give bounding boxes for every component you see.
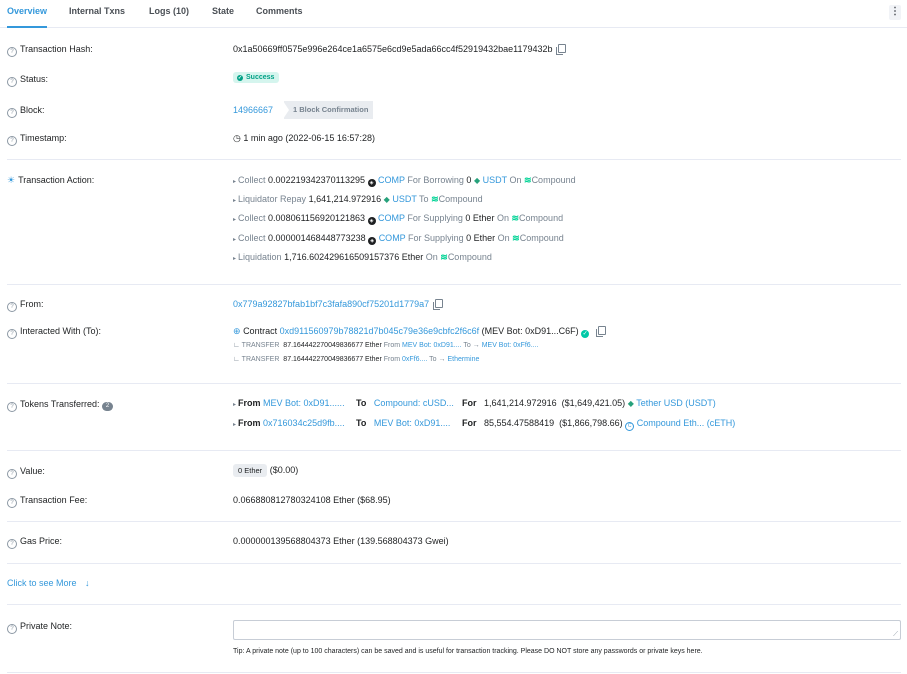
divider: [7, 284, 901, 285]
interacted-value: ⊕ Contract 0xd911560979b78821d7b045c79e3…: [233, 326, 606, 338]
value-value: 0 Ether ($0.00): [233, 464, 298, 477]
see-more-link[interactable]: Click to see More ↓: [7, 578, 90, 588]
comp-token-link[interactable]: COMP: [378, 175, 405, 185]
gas-value: 0.000000139568804373 Ether (139.56880437…: [233, 536, 449, 546]
divider: [7, 672, 901, 673]
status-label: ? Status:: [7, 74, 48, 87]
copy-icon[interactable]: [433, 299, 444, 310]
usdt-token-icon: ◆: [383, 195, 390, 204]
value-label: ? Value:: [7, 466, 45, 479]
usdt-token-icon: ◆: [473, 176, 481, 185]
help-icon: ?: [7, 329, 17, 339]
usdt-token-link[interactable]: USDT: [392, 194, 416, 204]
help-icon: ?: [7, 498, 17, 508]
divider: [7, 159, 901, 160]
help-icon: ?: [7, 47, 17, 57]
action-row: ▸ Collect 0.000001468448773238 ◈ COMP For…: [233, 233, 564, 245]
help-icon: ?: [7, 108, 17, 118]
hash-label: ? Transaction Hash:: [7, 44, 93, 57]
help-icon: ?: [7, 469, 17, 479]
private-note-input[interactable]: ⟋: [233, 620, 901, 640]
token-link[interactable]: Compound Eth... (cETH): [637, 418, 736, 428]
from-value: 0x779a92827bfab1bf7c3fafa890cf75201d1779…: [233, 299, 444, 310]
help-icon: ?: [7, 402, 17, 412]
block-confirmation-badge: 1 Block Confirmation: [282, 101, 374, 119]
token-from-link[interactable]: 0x716034c25d9fb....: [263, 418, 345, 428]
transfer-to-link[interactable]: Ethermine: [447, 356, 479, 363]
divider: [7, 604, 901, 605]
comp-token-link[interactable]: COMP: [378, 213, 405, 223]
usdt-token-icon: ◆: [627, 399, 634, 408]
divider: [7, 450, 901, 451]
check-circle-icon: ✓: [237, 75, 243, 81]
internal-transfer-row: ∟ TRANSFER 87.164442270049836677 Ether F…: [233, 342, 539, 349]
comp-token-icon: ◈: [368, 237, 377, 245]
divider: [7, 383, 901, 384]
help-icon: ?: [7, 302, 17, 312]
action-row: ▸ Collect 0.002219342370113295 ◈ COMP For…: [233, 175, 576, 187]
divider: [7, 563, 901, 564]
private-note-label: ? Private Note:: [7, 621, 72, 634]
transfer-from-link[interactable]: MEV Bot: 0xD91....: [402, 342, 462, 349]
more-options-icon[interactable]: ⋮: [889, 5, 901, 20]
help-icon: ?: [7, 77, 17, 87]
tab-comments[interactable]: Comments: [256, 0, 303, 26]
compound-logo-icon: ≋: [431, 194, 439, 204]
contract-address-link[interactable]: 0xd911560979b78821d7b045c79e36e9cbfc2f6c…: [280, 326, 480, 336]
timestamp-value: ◷ 1 min ago (2022-06-15 16:57:28): [233, 133, 375, 143]
tab-bar: Overview Internal Txns Logs (10) State C…: [0, 0, 907, 28]
search-icon: ⊕: [233, 326, 241, 336]
token-to-link[interactable]: Compound: cUSD...: [374, 398, 454, 408]
compound-logo-icon: ≋: [524, 175, 532, 185]
action-row: ▸ Liquidation 1,716.602429616509157376 Et…: [233, 252, 492, 262]
block-number-link[interactable]: 14966667: [233, 105, 273, 115]
action-row: ▸ Collect 0.008061156920121863 ◈ COMP For…: [233, 213, 564, 225]
internal-transfer-row: ∟ TRANSFER 87.164442270049836677 Ether F…: [233, 356, 480, 363]
status-badge: ✓ Success: [233, 71, 280, 83]
compound-logo-icon: ≋: [512, 233, 520, 243]
verified-check-icon: ✓: [581, 330, 590, 338]
lightbulb-icon: ☀: [7, 175, 16, 185]
ceth-token-icon: C: [625, 422, 635, 431]
help-icon: ?: [7, 624, 17, 634]
action-row: ▸ Liquidator Repay 1,641,214.972916 ◆ USD…: [233, 194, 483, 204]
from-label: ? From:: [7, 299, 44, 312]
comp-token-link[interactable]: COMP: [379, 233, 406, 243]
tab-logs[interactable]: Logs (10): [149, 0, 189, 26]
token-from-link[interactable]: MEV Bot: 0xD91......: [263, 398, 345, 408]
resize-handle-icon[interactable]: ⟋: [893, 631, 898, 639]
token-to-link[interactable]: MEV Bot: 0xD91....: [374, 418, 451, 428]
arrow-down-icon: ↓: [85, 578, 90, 588]
fee-value: 0.066880812780324108 Ether ($68.95): [233, 495, 391, 505]
compound-logo-icon: ≋: [511, 213, 520, 223]
help-icon: ?: [7, 539, 17, 549]
fee-label: ? Transaction Fee:: [7, 495, 87, 508]
transfer-from-link[interactable]: 0xFf6....: [402, 356, 427, 363]
timestamp-label: ? Timestamp:: [7, 133, 67, 146]
hash-value: 0x1a50669ff0575e996e264ce1a6575e6cd9e5ad…: [233, 44, 567, 55]
transfer-to-link[interactable]: MEV Bot: 0xFf6....: [482, 342, 539, 349]
tab-state[interactable]: State: [212, 0, 234, 26]
compound-logo-icon: ≋: [440, 252, 448, 262]
comp-token-icon: ◈: [367, 217, 376, 225]
clock-icon: ◷: [233, 133, 244, 143]
usdt-token-link[interactable]: USDT: [483, 175, 507, 185]
token-link[interactable]: Tether USD (USDT): [636, 398, 716, 408]
action-label: ☀ Transaction Action:: [7, 175, 95, 185]
private-note-tip: Tip: A private note (up to 100 character…: [233, 648, 703, 655]
copy-icon[interactable]: [595, 326, 606, 337]
copy-icon[interactable]: [556, 44, 567, 55]
interacted-label: ? Interacted With (To):: [7, 326, 101, 339]
tab-overview[interactable]: Overview: [7, 0, 48, 28]
help-icon: ?: [7, 136, 17, 146]
gas-label: ? Gas Price:: [7, 536, 62, 549]
comp-token-icon: ◈: [367, 179, 376, 187]
tab-internal-txns[interactable]: Internal Txns: [69, 0, 125, 26]
from-address-link[interactable]: 0x779a92827bfab1bf7c3fafa890cf75201d1779…: [233, 299, 429, 309]
tokens-label: ? Tokens Transferred: 2: [7, 399, 114, 412]
block-label: ? Block:: [7, 105, 45, 118]
divider: [7, 521, 901, 522]
token-count-badge: 2: [102, 402, 114, 411]
